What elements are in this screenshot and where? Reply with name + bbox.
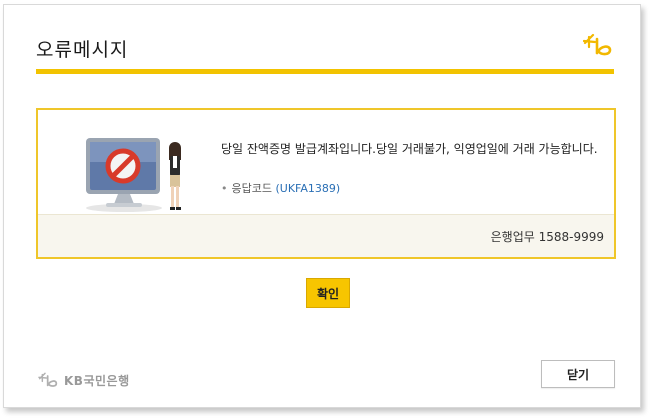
error-dialog: 오류메시지 당일 잔액증명 발급계좌입니다.당일 거래불가, 익영업일에 거래 … [3,4,641,408]
bullet: • [221,182,228,195]
page: 오류메시지 당일 잔액증명 발급계좌입니다.당일 거래불가, 익영업일에 거래 … [0,0,650,420]
error-message-text: 당일 잔액증명 발급계좌입니다.당일 거래불가, 익영업일에 거래 가능합니다. [221,142,598,156]
response-code-line: • 응답코드 (UKFA1389) [221,180,340,196]
response-code-value: (UKFA1389) [275,182,341,195]
kb-star-logo-icon [583,33,612,56]
kb-star-logo-icon [38,372,58,387]
confirm-button[interactable]: 확인 [306,278,350,308]
dialog-title: 오류메시지 [36,39,129,61]
bank-phone-info: 은행업무 1588-9999 [490,230,604,244]
footer-logo: KB국민은행 [38,371,130,389]
close-button[interactable]: 닫기 [541,360,615,388]
error-monitor-illustration [86,138,181,212]
title-underline [36,69,614,74]
message-box: 당일 잔액증명 발급계좌입니다.당일 거래불가, 익영업일에 거래 가능합니다.… [36,108,616,259]
bank-info-bar: 은행업무 1588-9999 [38,214,614,257]
footer-logo-text: KB국민은행 [64,373,130,388]
response-code-label: 응답코드 [231,182,272,195]
dialog-header: 오류메시지 [4,5,640,77]
